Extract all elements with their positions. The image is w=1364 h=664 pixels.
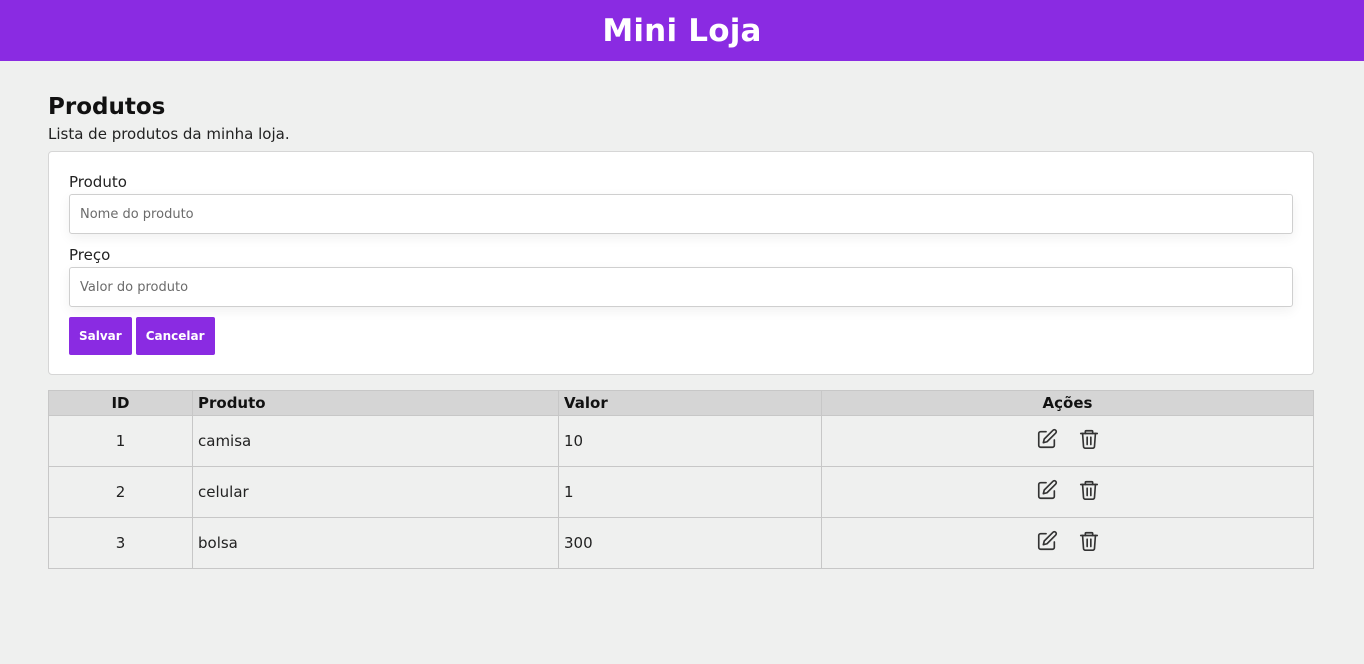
row-value: 1 [558, 466, 822, 518]
row-actions [821, 415, 1314, 467]
price-label: Preço [69, 246, 111, 264]
table-row: 3 bolsa 300 [48, 517, 1314, 569]
row-id: 3 [48, 517, 193, 569]
trash-icon[interactable] [1078, 428, 1100, 450]
main-content: Produtos Lista de produtos da minha loja… [48, 93, 1314, 569]
table-row: 2 celular 1 [48, 466, 1314, 518]
row-id: 2 [48, 466, 193, 518]
form-buttons: Salvar Cancelar [69, 317, 1293, 355]
price-field-group: Preço [69, 245, 1293, 307]
row-value: 300 [558, 517, 822, 569]
save-button[interactable]: Salvar [69, 317, 132, 355]
header-value: Valor [558, 390, 822, 416]
row-id: 1 [48, 415, 193, 467]
product-label: Produto [69, 173, 127, 191]
product-name-input[interactable] [69, 194, 1293, 234]
product-field-group: Produto [69, 172, 1293, 234]
table-header-row: ID Produto Valor Ações [48, 390, 1314, 416]
app-header: Mini Loja [0, 0, 1364, 61]
products-table: ID Produto Valor Ações 1 camisa 10 2 cel… [48, 390, 1314, 569]
trash-icon[interactable] [1078, 530, 1100, 552]
row-actions [821, 466, 1314, 518]
table-row: 1 camisa 10 [48, 415, 1314, 467]
edit-icon[interactable] [1036, 428, 1058, 450]
page-subtitle: Lista de produtos da minha loja. [48, 125, 290, 143]
trash-icon[interactable] [1078, 479, 1100, 501]
row-product: bolsa [192, 517, 559, 569]
cancel-button[interactable]: Cancelar [135, 317, 215, 355]
page-title: Produtos [48, 94, 166, 120]
header-id: ID [48, 390, 193, 416]
row-product: celular [192, 466, 559, 518]
header-actions: Ações [821, 390, 1314, 416]
app-title: Mini Loja [602, 12, 762, 49]
edit-icon[interactable] [1036, 479, 1058, 501]
product-form: Produto Preço Salvar Cancelar [48, 151, 1314, 375]
edit-icon[interactable] [1036, 530, 1058, 552]
price-input[interactable] [69, 267, 1293, 307]
header-product: Produto [192, 390, 559, 416]
row-value: 10 [558, 415, 822, 467]
row-actions [821, 517, 1314, 569]
row-product: camisa [192, 415, 559, 467]
